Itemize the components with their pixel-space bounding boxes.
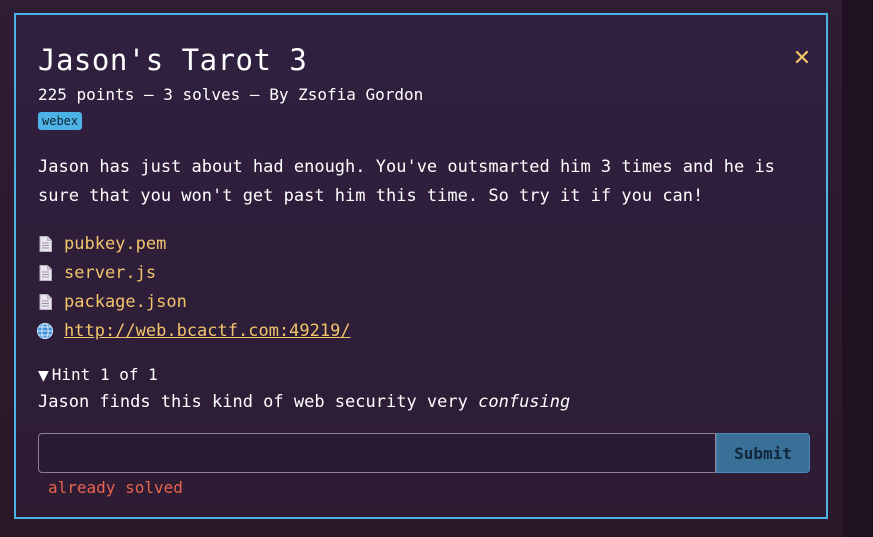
file-link-pubkey[interactable]: pubkey.pem (64, 234, 166, 254)
file-link-package[interactable]: package.json (64, 292, 187, 312)
challenge-description: Jason has just about had enough. You've … (38, 157, 775, 206)
hint-text-emphasis: confusing (478, 392, 571, 412)
category-tag: webex (38, 112, 83, 130)
challenge-title: Jason's Tarot 3 (38, 43, 308, 77)
scrollbar-track (842, 0, 873, 537)
file-item: package.json (34, 287, 351, 316)
solve-status: already solved (48, 478, 183, 497)
document-icon (34, 264, 56, 281)
file-list: pubkey.pem server.js package.json http:/… (34, 229, 351, 345)
globe-icon (34, 322, 56, 340)
triangle-down-icon: ▼ (38, 368, 49, 384)
challenge-meta: 225 points – 3 solves – By Zsofia Gordon (38, 85, 424, 104)
file-link-server[interactable]: server.js (64, 263, 156, 283)
hint-toggle[interactable]: ▼ Hint 1 of 1 (38, 365, 158, 384)
submit-button[interactable]: Submit (716, 433, 810, 473)
hint-text: Jason finds this kind of web security ve… (38, 392, 570, 412)
challenge-modal: ✕ Jason's Tarot 3 225 points – 3 solves … (14, 13, 828, 519)
hint-header: Hint 1 of 1 (51, 365, 158, 384)
document-icon (34, 293, 56, 310)
file-item: http://web.bcactf.com:49219/ (34, 316, 351, 345)
file-item: pubkey.pem (34, 229, 351, 258)
hint-text-prefix: Jason finds this kind of web security ve… (38, 392, 468, 412)
flag-input[interactable] (38, 433, 716, 473)
challenge-url-link[interactable]: http://web.bcactf.com:49219/ (64, 321, 351, 341)
close-icon[interactable]: ✕ (792, 48, 812, 70)
document-icon (34, 235, 56, 252)
file-item: server.js (34, 258, 351, 287)
